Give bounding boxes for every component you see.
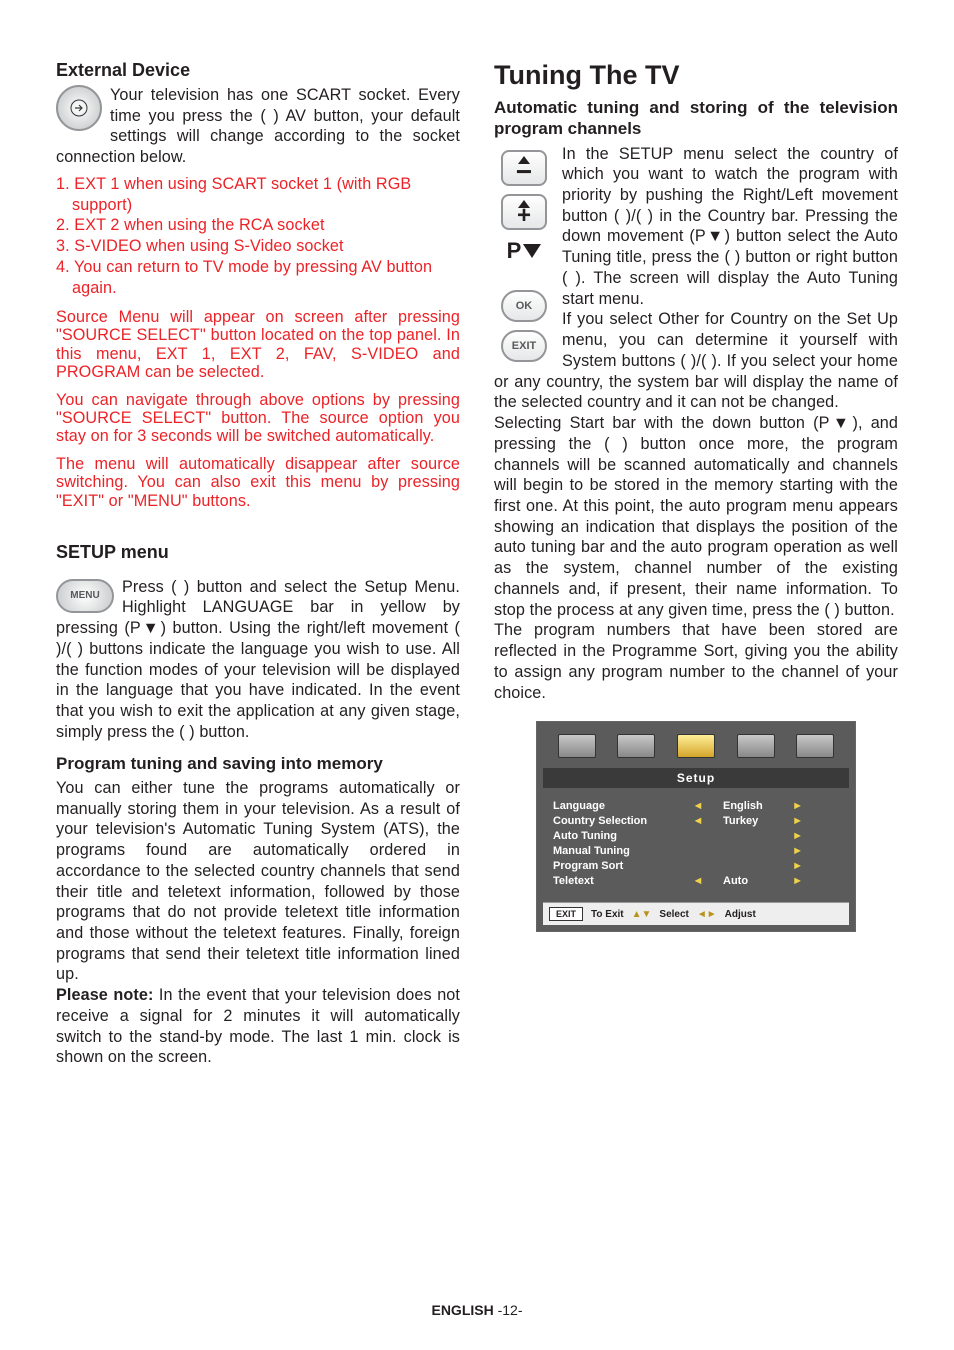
tv-row: Country Selection◄Turkey► (553, 813, 839, 828)
ok-button-icon: OK (501, 290, 547, 322)
tv-tab-icon (558, 734, 596, 758)
red-note-2: You can navigate through above options b… (56, 391, 460, 445)
tv-tab-icon (617, 734, 655, 758)
footer-lang: ENGLISH (431, 1302, 493, 1318)
heading-program-tuning: Program tuning and saving into memory (56, 753, 460, 774)
tv-adjust-label: Adjust (725, 909, 756, 920)
tv-toexit-label: To Exit (591, 909, 624, 920)
source-list: 1. EXT 1 when using SCART socket 1 (with… (56, 174, 460, 298)
text-auto-tuning-1: In the SETUP menu select the country of … (494, 144, 898, 310)
red-note-3: The menu will automatically disappear af… (56, 455, 460, 509)
tv-row: Language◄English► (553, 798, 839, 813)
heading-tuning-tv: Tuning The TV (494, 60, 898, 91)
list-item: 4. You can return to TV mode by pressing… (56, 257, 460, 298)
tv-updown-icon: ▲▼ (632, 909, 652, 920)
p-down-icon: P (507, 238, 542, 264)
right-column: Tuning The TV Automatic tuning and stori… (494, 60, 898, 1068)
tv-row: Program Sort► (553, 858, 839, 873)
vol-down-icon: − (501, 150, 547, 186)
page-footer: ENGLISH -12- (0, 1302, 954, 1320)
list-item: 2. EXT 2 when using the RCA socket (56, 215, 460, 236)
text-please-note: Please note: In the event that your tele… (56, 985, 460, 1068)
menu-button-icon: MENU (56, 579, 114, 613)
tv-tab-icons (543, 728, 849, 768)
heading-auto-tuning: Automatic tuning and storing of the tele… (494, 97, 898, 140)
tv-setup-screenshot: Setup Language◄English► Country Selectio… (536, 721, 856, 932)
text-setup-menu: Press ( ) button and select the Setup Me… (56, 577, 460, 743)
tv-row: Manual Tuning► (553, 843, 839, 858)
tv-title-bar: Setup (543, 768, 849, 788)
tv-tab-icon-active (677, 734, 715, 758)
text-auto-tuning-4: The program numbers that have been store… (494, 620, 898, 703)
exit-button-icon: EXIT (501, 330, 547, 362)
text-program-tuning: You can either tune the programs automat… (56, 778, 460, 985)
footer-page: -12- (494, 1302, 523, 1318)
list-item: 3. S-VIDEO when using S-Video socket (56, 236, 460, 257)
tv-leftright-icon: ◄► (697, 909, 717, 920)
tv-exit-badge: EXIT (549, 907, 583, 921)
heading-setup-menu: SETUP menu (56, 542, 460, 563)
text-external-device: Your television has one SCART socket. Ev… (56, 85, 460, 168)
heading-external-device: External Device (56, 60, 460, 81)
tv-menu-body: Language◄English► Country Selection◄Turk… (543, 788, 849, 902)
red-note-1: Source Menu will appear on screen after … (56, 308, 460, 381)
tv-footer: EXIT To Exit ▲▼ Select ◄► Adjust (543, 902, 849, 925)
list-item: 1. EXT 1 when using SCART socket 1 (with… (56, 174, 460, 215)
tv-tab-icon (737, 734, 775, 758)
please-note-bold: Please note: (56, 986, 153, 1004)
tv-select-label: Select (659, 909, 688, 920)
remote-icons-column: − + P OK EXIT (494, 144, 554, 362)
av-button-icon (56, 85, 102, 131)
left-column: External Device Your television has one … (56, 60, 460, 1068)
vol-up-icon: + (501, 194, 547, 230)
tv-row: Teletext◄Auto► (553, 873, 839, 888)
tv-tab-icon (796, 734, 834, 758)
text-auto-tuning-2: If you select Other for Country on the S… (494, 309, 898, 413)
tv-row: Auto Tuning► (553, 828, 839, 843)
text-auto-tuning-3: Selecting Start bar with the down button… (494, 413, 898, 620)
